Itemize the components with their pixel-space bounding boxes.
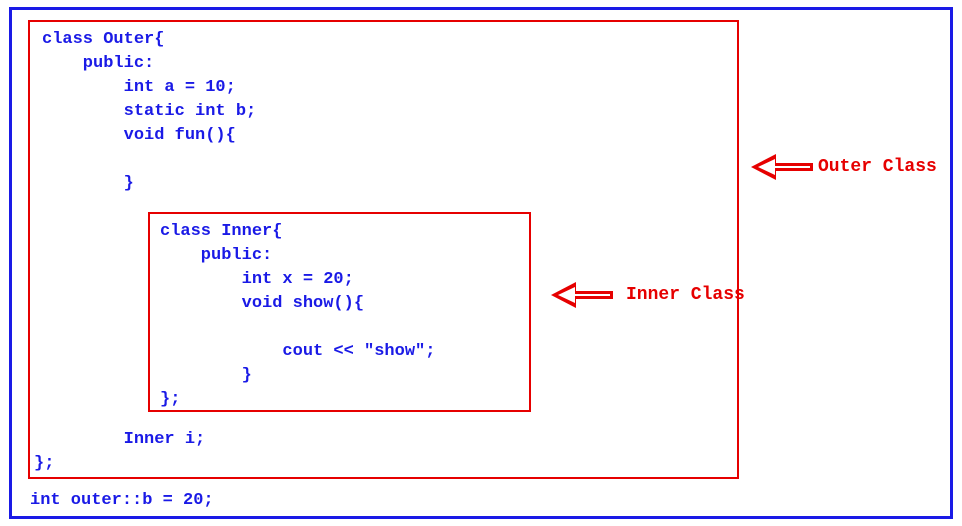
- arrow-cap: [810, 163, 813, 171]
- arrow-left-icon-fill: [758, 159, 775, 175]
- code-line-15: Inner i;: [42, 430, 205, 449]
- code-line-11: void show(){: [160, 294, 364, 313]
- arrow-left-icon-fill: [558, 287, 575, 303]
- main-frame: class Outer{ public: int a = 10; static …: [9, 7, 953, 519]
- code-line-7: }: [42, 174, 134, 193]
- outer-class-label: Outer Class: [818, 157, 937, 177]
- code-line-3: int a = 10;: [42, 78, 236, 97]
- arrow-shaft: [775, 163, 811, 171]
- code-line-10: int x = 20;: [160, 270, 354, 289]
- code-line-16: };: [34, 454, 54, 473]
- code-line-4: static int b;: [42, 102, 256, 121]
- code-line-13: }: [160, 366, 252, 385]
- code-line-17: int outer::b = 20;: [30, 491, 214, 510]
- code-line-14: };: [160, 390, 180, 409]
- code-line-5: void fun(){: [42, 126, 236, 145]
- code-line-8: class Inner{: [160, 222, 282, 241]
- arrow-shaft: [575, 291, 611, 299]
- inner-class-label: Inner Class: [626, 285, 745, 305]
- code-line-2: public:: [42, 54, 154, 73]
- arrow-cap: [610, 291, 613, 299]
- code-line-12: cout << "show";: [160, 342, 435, 361]
- code-line-1: class Outer{: [42, 30, 164, 49]
- code-line-9: public:: [160, 246, 272, 265]
